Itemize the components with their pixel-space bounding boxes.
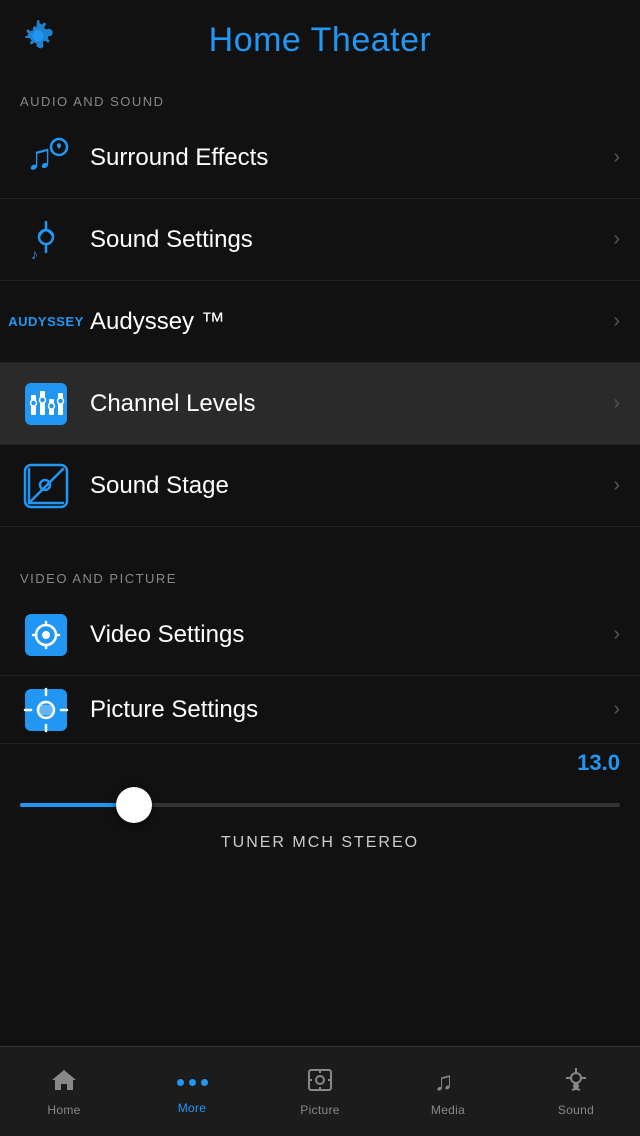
nav-sound[interactable]: Sound	[512, 1047, 640, 1136]
channel-levels-icon	[20, 378, 72, 430]
more-label: More	[178, 1101, 207, 1115]
home-label: Home	[47, 1103, 80, 1117]
nav-media[interactable]: ♫ Media	[384, 1047, 512, 1136]
sound-settings-icon: ♪	[20, 214, 72, 266]
nav-home[interactable]: Home	[0, 1047, 128, 1136]
sound-stage-icon	[20, 460, 72, 512]
home-icon	[50, 1066, 78, 1099]
picture-settings-icon	[20, 684, 72, 736]
channel-levels-item[interactable]: Channel Levels ›	[0, 363, 640, 445]
surround-effects-item[interactable]: ♫ Surround Effects ›	[0, 117, 640, 199]
picture-settings-label: Picture Settings	[90, 696, 613, 724]
bottom-nav: Home More Picture ♫ Media	[0, 1046, 640, 1136]
slider-area: 13.0 TUNER MCH STEREO	[0, 744, 640, 862]
audyssey-label: Audyssey ™	[90, 308, 613, 336]
sound-stage-label: Sound Stage	[90, 472, 613, 500]
media-label: Media	[431, 1103, 465, 1117]
nav-more[interactable]: More	[128, 1047, 256, 1136]
video-settings-chevron-icon: ›	[613, 623, 620, 646]
picture-settings-item[interactable]: Picture Settings ›	[0, 676, 640, 744]
slider-track[interactable]	[20, 780, 620, 830]
channel-levels-chevron-icon: ›	[613, 392, 620, 415]
slider-label: TUNER MCH STEREO	[20, 830, 620, 862]
section-spacer	[0, 527, 640, 557]
nav-picture[interactable]: Picture	[256, 1047, 384, 1136]
surround-effects-label: Surround Effects	[90, 144, 613, 172]
sound-settings-item[interactable]: ♪ Sound Settings ›	[0, 199, 640, 281]
header: Home Theater	[0, 0, 640, 80]
picture-icon	[306, 1066, 334, 1099]
surround-chevron-icon: ›	[613, 146, 620, 169]
video-section-label: VIDEO AND PICTURE	[0, 557, 640, 594]
video-settings-icon	[20, 609, 72, 661]
channel-levels-label: Channel Levels	[90, 390, 613, 418]
sound-stage-chevron-icon: ›	[613, 474, 620, 497]
svg-text:♪: ♪	[31, 246, 38, 262]
picture-settings-chevron-icon: ›	[613, 698, 620, 721]
video-settings-item[interactable]: Video Settings ›	[0, 594, 640, 676]
gear-icon[interactable]	[20, 18, 56, 62]
audio-section-label: AUDIO AND SOUND	[0, 80, 640, 117]
sound-settings-chevron-icon: ›	[613, 228, 620, 251]
slider-thumb[interactable]	[116, 787, 152, 823]
audyssey-text-icon: AUDYSSEY	[20, 296, 72, 348]
page-title: Home Theater	[209, 21, 432, 60]
video-settings-label: Video Settings	[90, 621, 613, 649]
svg-text:♫: ♫	[26, 136, 53, 177]
slider-value: 13.0	[20, 744, 620, 780]
media-icon: ♫	[434, 1066, 462, 1099]
surround-icon: ♫	[20, 132, 72, 184]
sound-settings-label: Sound Settings	[90, 226, 613, 254]
sound-nav-icon	[562, 1066, 590, 1099]
picture-label: Picture	[300, 1103, 339, 1117]
svg-text:♫: ♫	[434, 1066, 454, 1094]
audyssey-item[interactable]: AUDYSSEY Audyssey ™ ›	[0, 281, 640, 363]
sound-stage-item[interactable]: Sound Stage ›	[0, 445, 640, 527]
audyssey-chevron-icon: ›	[613, 310, 620, 333]
more-dots-icon	[177, 1069, 208, 1097]
sound-label: Sound	[558, 1103, 594, 1117]
